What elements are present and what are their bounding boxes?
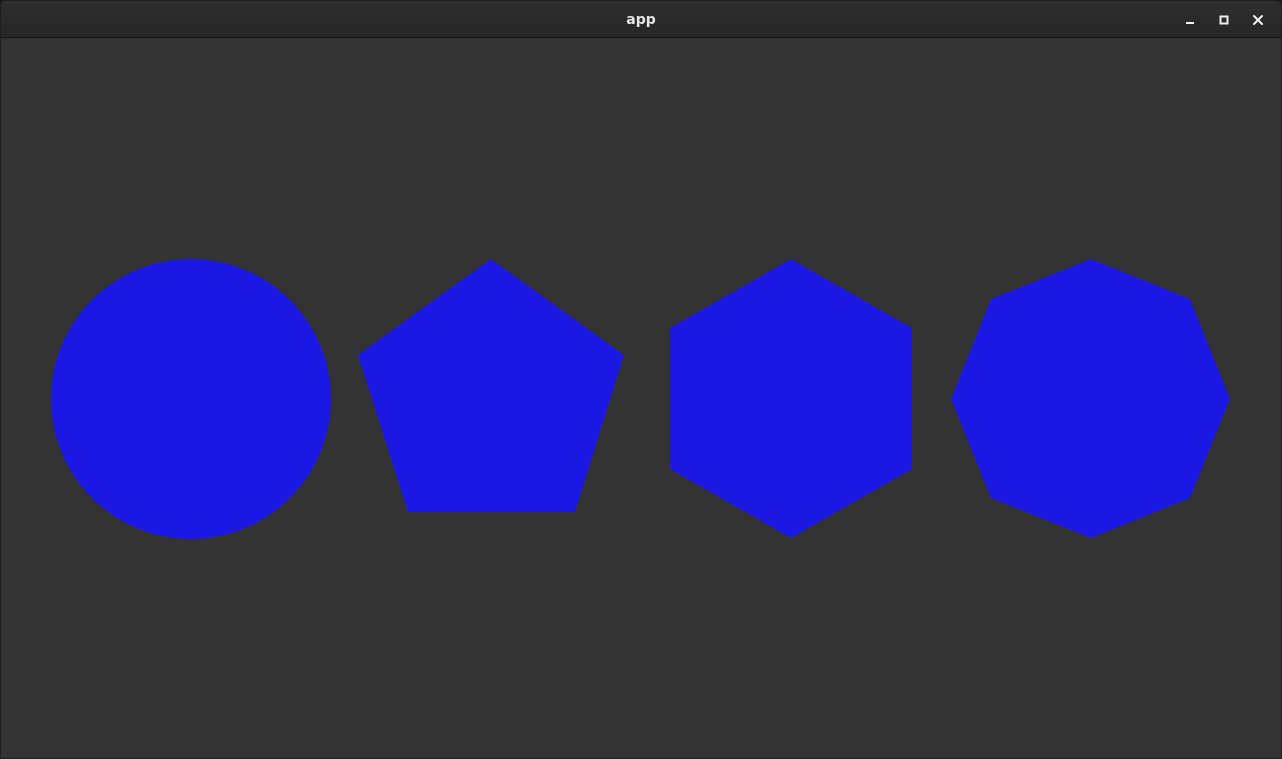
octagon-shape [951, 259, 1230, 538]
maximize-button[interactable] [1207, 1, 1241, 38]
pentagon-shape [358, 259, 624, 512]
drawing-canvas [51, 259, 1230, 539]
minimize-icon [1186, 21, 1194, 24]
close-button[interactable] [1241, 1, 1275, 38]
hexagon-shape [670, 259, 912, 538]
window-title: app [626, 12, 656, 28]
circle-shape [51, 259, 331, 539]
close-icon [1253, 14, 1263, 25]
app-window: app [0, 0, 1282, 759]
window-controls [1173, 1, 1275, 38]
maximize-icon [1219, 15, 1229, 24]
minimize-button[interactable] [1173, 1, 1207, 38]
titlebar[interactable]: app [1, 1, 1281, 38]
